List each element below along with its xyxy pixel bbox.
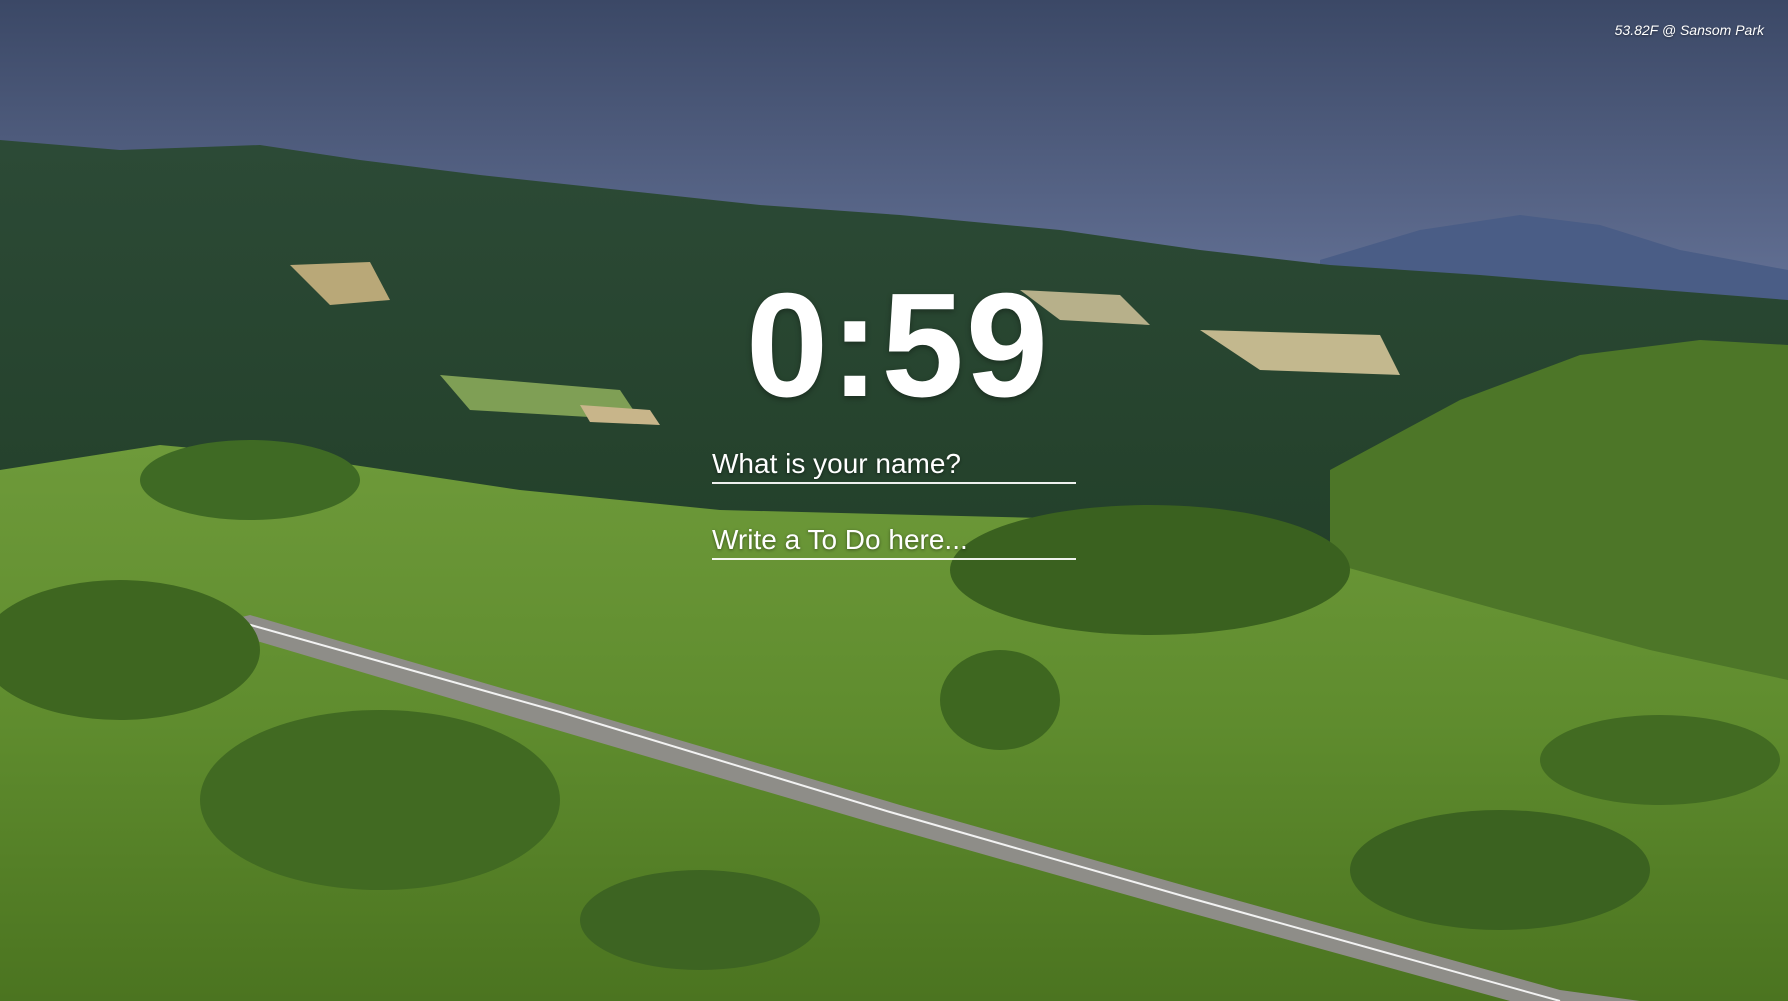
tree-cluster (580, 870, 820, 970)
name-input[interactable] (712, 448, 1076, 484)
center-widget: 0:59 (0, 272, 1788, 560)
weather-readout: 53.82F @ Sansom Park (1614, 22, 1764, 38)
new-tab-dashboard: 53.82F @ Sansom Park 0:59 (0, 0, 1788, 1001)
tree-cluster (940, 650, 1060, 750)
tree-cluster (1540, 715, 1780, 805)
clock-time: 0:59 (745, 263, 1051, 428)
todo-input[interactable] (712, 524, 1076, 560)
tree-cluster (200, 710, 560, 890)
tree-cluster (1350, 810, 1650, 930)
